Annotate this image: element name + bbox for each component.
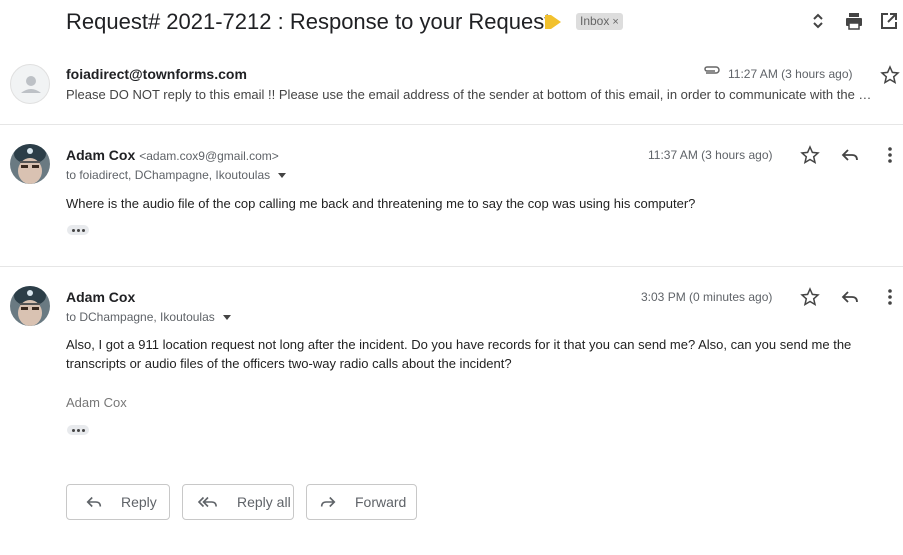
show-details-icon[interactable] (222, 315, 231, 321)
sender-email: <adam.cox9@gmail.com> (139, 149, 279, 163)
avatar (10, 286, 50, 326)
remove-label-icon[interactable]: × (612, 16, 618, 28)
show-trimmed-content-button[interactable] (67, 225, 89, 235)
reply-icon[interactable] (840, 287, 860, 307)
more-options-icon[interactable] (880, 287, 900, 307)
avatar (10, 64, 50, 104)
recipients-line[interactable]: to DChampagne, Ikoutoulas (66, 310, 231, 324)
recipients: to foiadirect, DChampagne, Ikoutoulas (66, 168, 271, 182)
show-details-icon[interactable] (278, 173, 287, 179)
forward-button[interactable]: Forward (306, 484, 417, 520)
sender-name: Adam Cox (66, 289, 136, 305)
reply-all-button[interactable]: Reply all (182, 484, 294, 520)
default-avatar-icon (21, 76, 41, 93)
label-text: Inbox (580, 14, 610, 28)
reply-icon (86, 496, 102, 508)
attachment-icon (704, 66, 720, 74)
reply-button[interactable]: Reply (66, 484, 170, 520)
sender-name: Adam Cox (66, 147, 136, 163)
signature: Adam Cox (66, 395, 127, 410)
user-photo-icon (10, 286, 50, 326)
star-icon[interactable] (800, 145, 820, 165)
sender-line: Adam Cox <adam.cox9@gmail.com> (66, 147, 279, 163)
more-options-icon[interactable] (880, 145, 900, 165)
message-expanded: Adam Cox to DChampagne, Ikoutoulas 3:03 … (0, 267, 903, 447)
avatar (10, 144, 50, 184)
user-photo-icon (10, 144, 50, 184)
reply-icon[interactable] (840, 145, 860, 165)
recipients-line[interactable]: to foiadirect, DChampagne, Ikoutoulas (66, 168, 287, 182)
recipients: to DChampagne, Ikoutoulas (66, 310, 215, 324)
star-icon[interactable] (880, 65, 900, 85)
message-time: 11:27 AM (3 hours ago) (728, 67, 853, 81)
expand-all-icon[interactable] (808, 11, 828, 31)
forward-label: Forward (355, 494, 407, 510)
show-trimmed-content-button[interactable] (67, 425, 89, 435)
message-body: Also, I got a 911 location request not l… (66, 337, 852, 371)
sender-name: foiadirect@townforms.com (66, 66, 247, 82)
open-in-new-window-icon[interactable] (879, 11, 899, 31)
inbox-label-chip[interactable]: Inbox × (576, 13, 623, 30)
reply-all-label: Reply all (237, 494, 291, 510)
subject-row: Request# 2021-7212 : Response to your Re… (0, 0, 903, 44)
message-time: 3:03 PM (0 minutes ago) (641, 290, 773, 304)
reply-label: Reply (121, 494, 157, 510)
print-icon[interactable] (844, 11, 864, 31)
reply-all-icon (197, 496, 217, 508)
message-expanded: Adam Cox <adam.cox9@gmail.com> to foiadir… (0, 125, 903, 266)
importance-marker-icon[interactable] (545, 15, 561, 29)
message-collapsed[interactable]: foiadirect@townforms.com 11:27 AM (3 hou… (0, 52, 903, 124)
message-snippet: Please DO NOT reply to this email !! Ple… (66, 87, 872, 102)
message-body: Where is the audio file of the cop calli… (66, 196, 696, 211)
thread-subject: Request# 2021-7212 : Response to your Re… (66, 9, 551, 34)
forward-icon (320, 496, 336, 508)
message-time: 11:37 AM (3 hours ago) (648, 148, 773, 162)
star-icon[interactable] (800, 287, 820, 307)
